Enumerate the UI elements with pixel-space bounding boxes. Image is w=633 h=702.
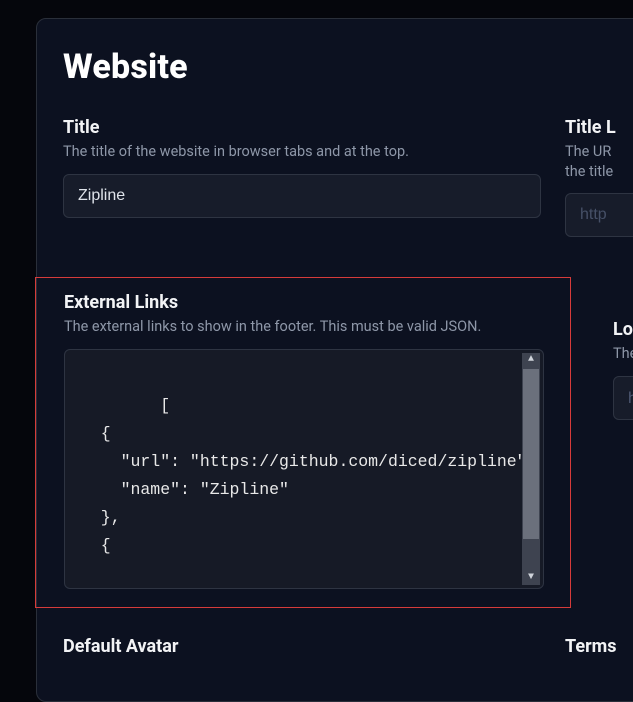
external-links-highlight: External Links The external links to sho… <box>35 277 571 608</box>
title-desc: The title of the website in browser tabs… <box>63 142 541 162</box>
external-links-json-input[interactable]: [ { "url": "https://github.com/diced/zip… <box>64 349 544 589</box>
field-external-links: External Links The external links to sho… <box>64 292 558 589</box>
default-avatar-label: Default Avatar <box>63 636 541 657</box>
external-links-desc: The external links to show in the footer… <box>64 317 534 337</box>
title-right-input[interactable] <box>565 193 633 237</box>
settings-card: Website Title The title of the website i… <box>36 18 633 702</box>
terms-label: Terms <box>565 636 633 657</box>
row-title: Title The title of the website in browse… <box>63 117 633 237</box>
field-login: Login The UR http <box>613 319 633 420</box>
page-title: Website <box>63 47 633 87</box>
scroll-down-icon[interactable]: ▼ <box>522 571 540 585</box>
field-title: Title The title of the website in browse… <box>63 117 541 237</box>
field-terms: Terms <box>565 636 633 661</box>
login-desc: The UR <box>613 344 633 364</box>
field-title-right: Title L The UR the title <box>565 117 633 237</box>
json-content: [ { "url": "https://github.com/diced/zip… <box>81 396 536 555</box>
login-label: Login <box>613 319 633 340</box>
title-label: Title <box>63 117 541 138</box>
scrollbar-thumb[interactable] <box>523 369 539 539</box>
scroll-up-icon[interactable]: ▲ <box>522 353 540 367</box>
title-input[interactable] <box>63 174 541 218</box>
scrollbar[interactable]: ▲ ▼ <box>522 353 540 585</box>
field-default-avatar: Default Avatar <box>63 636 541 661</box>
login-input[interactable]: http <box>613 376 633 420</box>
external-links-label: External Links <box>64 292 558 313</box>
title-right-desc: The UR the title <box>565 142 633 181</box>
title-right-label: Title L <box>565 117 633 138</box>
row-avatar-terms: Default Avatar Terms <box>63 636 633 661</box>
